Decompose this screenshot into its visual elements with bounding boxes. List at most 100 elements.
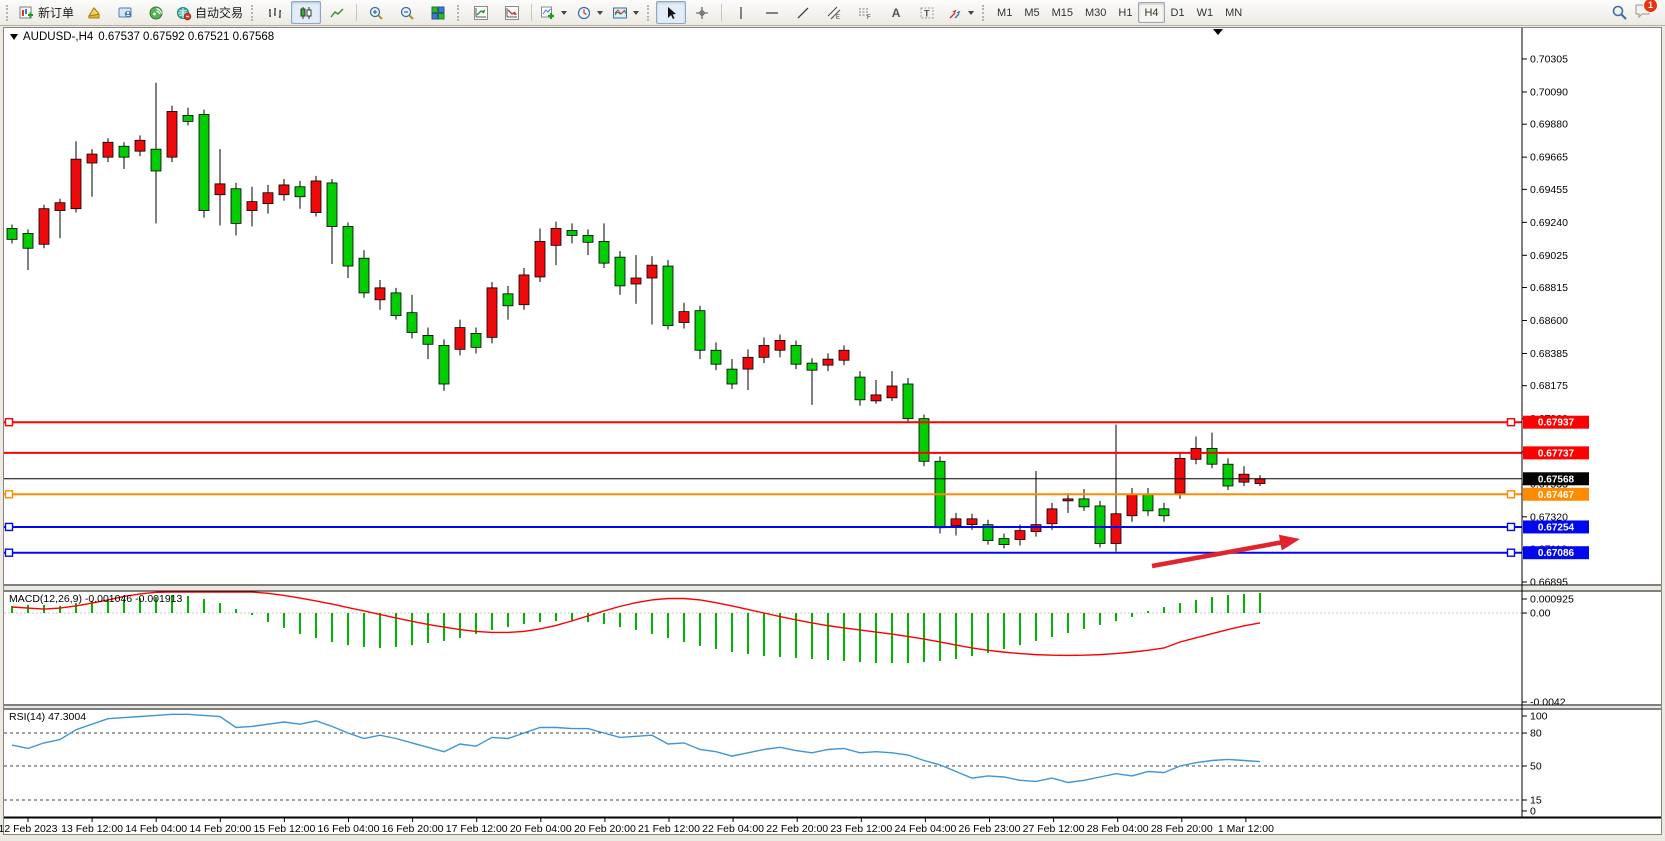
zoom-in-button[interactable]: [361, 1, 391, 24]
toolbar-separator: [721, 4, 722, 21]
toolbar-grip[interactable]: [982, 5, 987, 21]
add-indicator-icon: [540, 5, 556, 21]
notification-badge: 1: [1643, 0, 1658, 13]
indicator-window-button[interactable]: [466, 1, 496, 24]
timeframe-button-M30[interactable]: M30: [1079, 2, 1112, 23]
timeframe-button-M1[interactable]: M1: [991, 2, 1018, 23]
symbol-dropdown-icon[interactable]: [10, 34, 18, 40]
search-icon[interactable]: [1611, 4, 1628, 21]
auto-trading-button[interactable]: 自动交易: [172, 1, 247, 24]
fibonacci-tool-button[interactable]: F: [850, 1, 880, 24]
news-broadcast-icon: [148, 5, 164, 21]
cursor-tool-button[interactable]: [656, 1, 686, 24]
svg-text:26 Feb 23:00: 26 Feb 23:00: [959, 823, 1021, 835]
svg-text:0.68600: 0.68600: [1530, 315, 1568, 327]
toolbar-grip[interactable]: [6, 5, 11, 21]
main-toolbar: 新订单 自动交易: [0, 0, 1665, 26]
svg-text:16 Feb 20:00: 16 Feb 20:00: [382, 823, 444, 835]
text-label-icon: T: [919, 5, 935, 21]
svg-text:50: 50: [1530, 761, 1542, 773]
svg-text:-0.0042: -0.0042: [1530, 697, 1566, 709]
template-chart-icon: [612, 5, 628, 21]
text-tool-button[interactable]: A: [881, 1, 911, 24]
add-indicator-button[interactable]: [536, 1, 571, 24]
vline-tool-button[interactable]: [726, 1, 756, 24]
trendline-tool-button[interactable]: [788, 1, 818, 24]
equidistant-channel-icon: E: [826, 5, 842, 21]
dropdown-caret: [968, 11, 974, 15]
dropdown-caret: [597, 11, 603, 15]
line-chart-mode-button[interactable]: [322, 1, 352, 24]
toolbar-separator: [356, 4, 357, 21]
svg-text:16 Feb 04:00: 16 Feb 04:00: [318, 823, 380, 835]
svg-text:20 Feb 20:00: 20 Feb 20:00: [574, 823, 636, 835]
timeframe-button-M15[interactable]: M15: [1046, 2, 1079, 23]
channel-tool-button[interactable]: E: [819, 1, 849, 24]
hline-tool-button[interactable]: [757, 1, 787, 24]
svg-text:0.00: 0.00: [1530, 608, 1551, 620]
notifications-button[interactable]: 1: [1634, 2, 1652, 24]
svg-text:0.67737: 0.67737: [1538, 448, 1575, 459]
bar-chart-mode-button[interactable]: [260, 1, 290, 24]
svg-text:0.69025: 0.69025: [1530, 250, 1568, 262]
svg-text:1 Mar 12:00: 1 Mar 12:00: [1218, 823, 1274, 835]
candlestick-chart-icon: [298, 5, 314, 21]
indicator-window2-button[interactable]: [497, 1, 527, 24]
gold-chart-icon: [86, 5, 102, 21]
timeframe-button-D1[interactable]: D1: [1165, 2, 1191, 23]
svg-text:0.66895: 0.66895: [1530, 577, 1568, 589]
vertical-line-icon: [733, 5, 749, 21]
svg-text:24 Feb 04:00: 24 Feb 04:00: [894, 823, 956, 835]
label-tool-button[interactable]: T: [912, 1, 942, 24]
svg-text:13 Feb 12:00: 13 Feb 12:00: [61, 823, 123, 835]
svg-text:0.69880: 0.69880: [1530, 119, 1568, 131]
toolbar-separator: [531, 4, 532, 21]
svg-text:12 Feb 2023: 12 Feb 2023: [0, 823, 58, 835]
charts-button[interactable]: [79, 1, 109, 24]
timeframe-button-W1[interactable]: W1: [1191, 2, 1220, 23]
zoom-in-icon: [368, 5, 384, 21]
svg-text:28 Feb 04:00: 28 Feb 04:00: [1087, 823, 1149, 835]
zoom-out-button[interactable]: [392, 1, 422, 24]
symbol-period-label: AUDUSD-,H4: [23, 31, 93, 43]
new-order-button[interactable]: 新订单: [15, 1, 78, 24]
trading-platform-window: 新订单 自动交易: [0, 0, 1665, 841]
svg-text:T: T: [924, 8, 930, 18]
svg-text:0.67086: 0.67086: [1538, 548, 1575, 559]
toolbar-grip[interactable]: [457, 5, 462, 21]
svg-text:0.68385: 0.68385: [1530, 348, 1568, 360]
new-order-label: 新订单: [38, 4, 74, 21]
svg-text:E: E: [836, 15, 840, 21]
candle-chart-mode-button[interactable]: [291, 1, 321, 24]
timeframe-button-H1[interactable]: H1: [1112, 2, 1138, 23]
timeframe-button-M5[interactable]: M5: [1018, 2, 1045, 23]
svg-text:F: F: [867, 15, 871, 21]
chart-title[interactable]: AUDUSD-,H4 0.67537 0.67592 0.67521 0.675…: [10, 31, 274, 43]
toolbar-grip[interactable]: [251, 5, 256, 21]
news-button[interactable]: [141, 1, 171, 24]
svg-text:21 Feb 12:00: 21 Feb 12:00: [638, 823, 700, 835]
crosshair-tool-button[interactable]: [687, 1, 717, 24]
toolbar-grip[interactable]: [647, 5, 652, 21]
tile-windows-button[interactable]: [423, 1, 453, 24]
chart-canvas[interactable]: 0.703050.700900.698800.696650.694550.692…: [0, 0, 1665, 841]
arrows-tool-button[interactable]: [943, 1, 978, 24]
svg-text:22 Feb 20:00: 22 Feb 20:00: [766, 823, 828, 835]
templates-button[interactable]: [608, 1, 643, 24]
svg-text:22 Feb 04:00: 22 Feb 04:00: [702, 823, 764, 835]
accounts-button[interactable]: [110, 1, 140, 24]
svg-text:15 Feb 12:00: 15 Feb 12:00: [253, 823, 315, 835]
svg-text:23 Feb 12:00: 23 Feb 12:00: [830, 823, 892, 835]
svg-text:80: 80: [1530, 728, 1542, 740]
svg-text:14 Feb 04:00: 14 Feb 04:00: [125, 823, 187, 835]
svg-text:0.67254: 0.67254: [1538, 522, 1575, 533]
tile-windows-icon: [430, 5, 446, 21]
periods-button[interactable]: [572, 1, 607, 24]
timeframe-button-MN[interactable]: MN: [1219, 2, 1248, 23]
crosshair-icon: [694, 5, 710, 21]
horizontal-line-icon: [764, 5, 780, 21]
svg-text:20 Feb 04:00: 20 Feb 04:00: [510, 823, 572, 835]
auto-trading-label: 自动交易: [195, 4, 243, 21]
timeframe-button-H4[interactable]: H4: [1138, 2, 1164, 23]
clock-icon: [576, 5, 592, 21]
